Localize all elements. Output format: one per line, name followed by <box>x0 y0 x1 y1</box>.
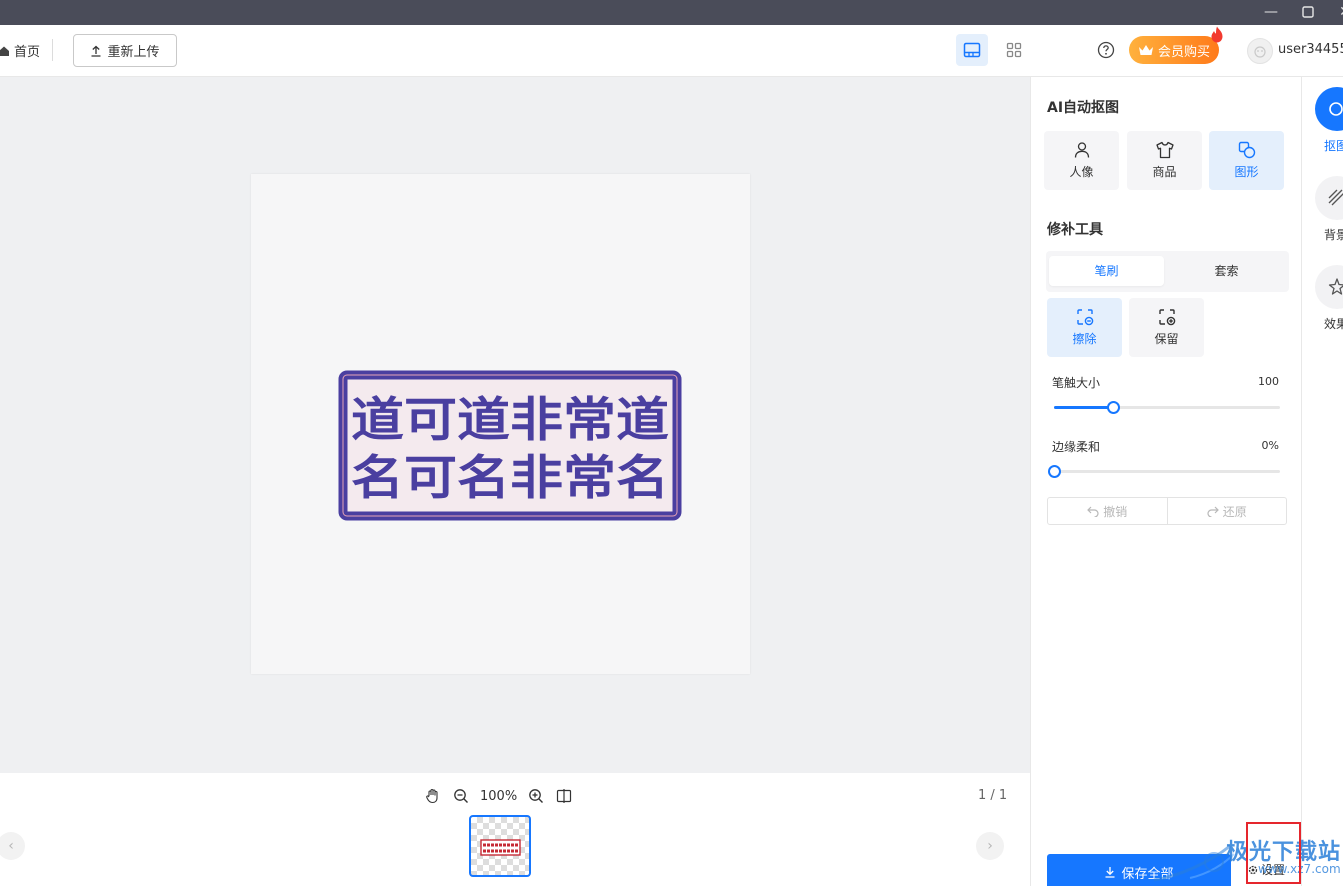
undo-label: 撤销 <box>1103 504 1128 519</box>
top-toolbar: 首页 重新上传 会员购买 user344553 <box>0 25 1343 77</box>
redo-button[interactable]: 还原 <box>1166 498 1287 524</box>
erase-icon <box>1076 309 1093 326</box>
ai-cutout-title: AI自动抠图 <box>1047 100 1120 116</box>
single-view-icon <box>963 42 981 58</box>
avatar[interactable] <box>1247 38 1273 64</box>
grid-view-button[interactable] <box>998 34 1030 66</box>
edge-softness-slider[interactable] <box>1048 465 1280 478</box>
brush-size-label: 笔触大小 <box>1052 376 1101 390</box>
repair-mode-tabs: 笔刷 套索 <box>1046 251 1289 292</box>
brush-size-fill <box>1054 406 1113 409</box>
cutout-icon <box>1329 102 1343 116</box>
save-all-label: 保存全部 <box>1121 866 1174 882</box>
single-view-button[interactable] <box>956 34 988 66</box>
watermark-url: www.xz7.com <box>1258 862 1341 876</box>
avatar-icon <box>1254 46 1266 58</box>
cutout-portrait-button[interactable]: 人像 <box>1044 131 1119 190</box>
divider <box>52 39 53 61</box>
feature-rail: 抠图 背景 效果 <box>1303 77 1343 886</box>
tab-lasso[interactable]: 套索 <box>1169 256 1284 286</box>
background-icon <box>1328 189 1343 206</box>
close-icon[interactable]: ✕ <box>1327 0 1343 25</box>
vip-purchase-button[interactable]: 会员购买 <box>1129 36 1219 64</box>
zoom-level: 100% <box>480 788 518 804</box>
zoom-out-icon[interactable] <box>452 787 470 805</box>
erase-label: 擦除 <box>1072 332 1097 346</box>
grid-view-icon <box>1006 42 1022 58</box>
compare-icon[interactable] <box>555 787 573 805</box>
image-thumbnail[interactable] <box>469 815 531 877</box>
crown-icon <box>1138 45 1153 55</box>
hand-tool-icon[interactable] <box>424 787 442 805</box>
effects-icon <box>1328 278 1343 295</box>
brush-size-handle[interactable] <box>1106 401 1120 414</box>
stamp-text-line-1: 道可道非常道 <box>351 393 669 448</box>
brush-size-value: 100 <box>1258 375 1279 388</box>
undo-icon <box>1087 506 1099 517</box>
cutout-product-button[interactable]: 商品 <box>1127 131 1202 190</box>
keep-label: 保留 <box>1154 332 1179 346</box>
edge-softness-value: 0% <box>1261 439 1279 452</box>
download-icon <box>1105 867 1115 878</box>
repair-tools-title: 修补工具 <box>1047 222 1103 238</box>
chevron-left-icon: ‹ <box>8 838 14 854</box>
save-all-button[interactable]: 保存全部 <box>1047 854 1231 886</box>
home-button[interactable]: 首页 <box>0 41 40 60</box>
rail-background-label[interactable]: 背景 <box>1324 226 1343 243</box>
zoom-in-icon[interactable] <box>527 787 545 805</box>
rail-effects-label[interactable]: 效果 <box>1324 315 1343 332</box>
keep-icon <box>1158 309 1175 326</box>
cutout-product-label: 商品 <box>1152 165 1177 179</box>
thumbnail-stamp <box>480 839 521 856</box>
tshirt-icon <box>1155 141 1174 159</box>
rail-cutout-label[interactable]: 抠图 <box>1324 137 1343 154</box>
editing-canvas[interactable]: 道可道非常道 名可名非常名 <box>0 77 1030 773</box>
chevron-right-icon: › <box>987 838 993 854</box>
help-icon[interactable] <box>1097 41 1115 59</box>
home-label: 首页 <box>14 45 41 60</box>
redo-label: 还原 <box>1222 504 1247 519</box>
zoom-toolbar: 100% <box>424 787 573 805</box>
keep-button[interactable]: 保留 <box>1129 298 1204 357</box>
stamp-text-line-2: 名可名非常名 <box>351 451 669 506</box>
brush-size-slider[interactable] <box>1054 401 1280 414</box>
filmstrip-area: 100% 1 / 1 ‹ › <box>0 773 1030 886</box>
stamp-image: 道可道非常道 名可名非常名 <box>338 370 682 521</box>
upload-icon <box>91 45 101 57</box>
person-icon <box>1074 142 1089 158</box>
minimize-icon[interactable]: — <box>1253 0 1289 25</box>
cutout-graphic-button[interactable]: 图形 <box>1209 131 1284 190</box>
edge-softness-label: 边缘柔和 <box>1052 440 1101 454</box>
rail-effects-button[interactable] <box>1315 265 1343 309</box>
vip-label: 会员购买 <box>1157 44 1210 60</box>
rail-background-button[interactable] <box>1315 176 1343 220</box>
shapes-icon <box>1238 141 1255 159</box>
undo-button[interactable]: 撤销 <box>1048 498 1167 524</box>
next-image-button[interactable]: › <box>976 832 1004 860</box>
maximize-icon[interactable] <box>1290 0 1326 25</box>
cutout-portrait-label: 人像 <box>1069 165 1094 179</box>
cutout-graphic-label: 图形 <box>1234 165 1259 179</box>
page-indicator: 1 / 1 <box>978 788 1008 803</box>
cutout-preview-image: 道可道非常道 名可名非常名 <box>251 174 750 674</box>
rail-cutout-button[interactable] <box>1315 87 1343 131</box>
window-titlebar: — ✕ <box>0 0 1343 25</box>
erase-button[interactable]: 擦除 <box>1047 298 1122 357</box>
prev-image-button[interactable]: ‹ <box>0 832 25 860</box>
tab-brush[interactable]: 笔刷 <box>1049 256 1164 286</box>
fire-icon <box>1211 26 1223 43</box>
redo-icon <box>1207 506 1219 517</box>
reupload-button[interactable]: 重新上传 <box>73 34 177 67</box>
history-controls: 撤销 还原 <box>1047 497 1287 525</box>
edge-softness-handle[interactable] <box>1048 465 1061 478</box>
username[interactable]: user344553 <box>1278 42 1343 57</box>
home-icon <box>0 46 9 56</box>
reupload-label: 重新上传 <box>107 45 160 60</box>
tool-panel: AI自动抠图 人像 商品 图形 修补工具 笔刷 套索 擦除 保留 笔触大小 10… <box>1030 77 1302 886</box>
